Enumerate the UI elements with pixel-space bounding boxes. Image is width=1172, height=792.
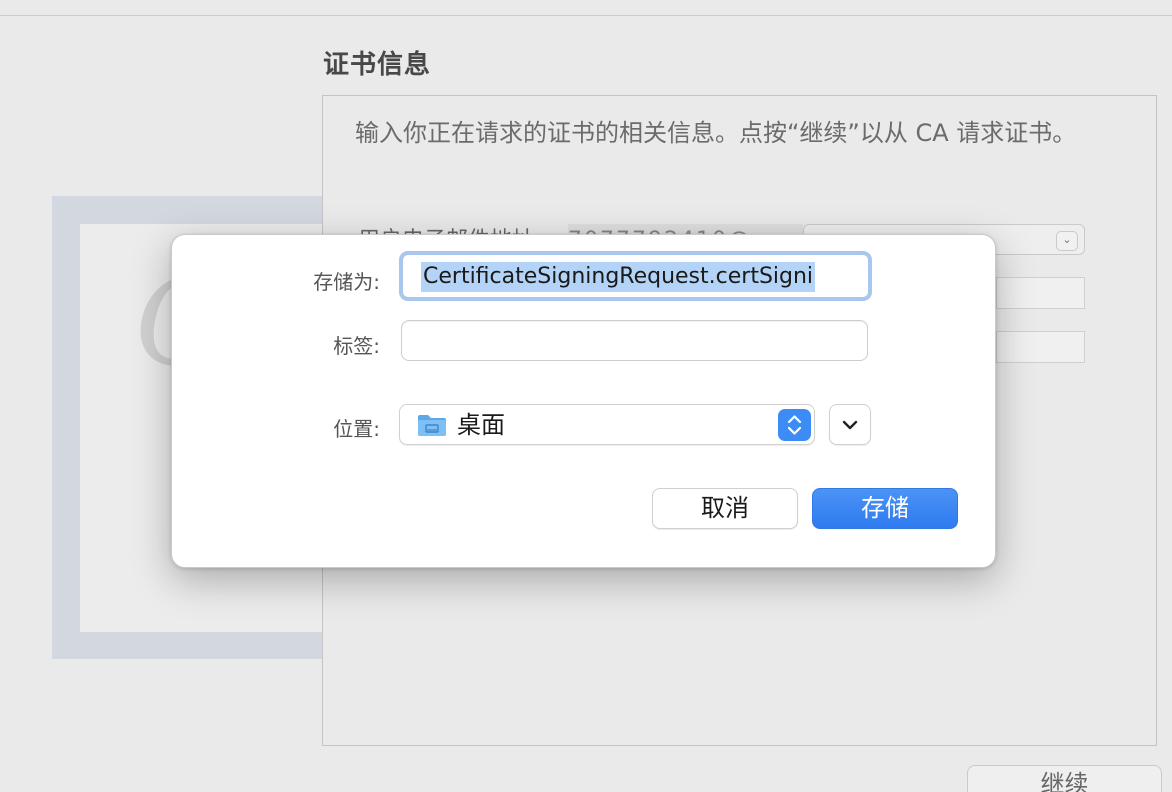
cancel-button[interactable]: 取消 bbox=[652, 488, 798, 529]
tags-input[interactable] bbox=[401, 320, 868, 361]
expand-button[interactable] bbox=[829, 404, 871, 445]
save-button[interactable]: 存储 bbox=[812, 488, 958, 529]
location-label: 位置: bbox=[333, 417, 380, 441]
location-value: 桌面 bbox=[457, 411, 505, 439]
updown-stepper-icon bbox=[778, 409, 811, 441]
location-select[interactable]: 桌面 bbox=[399, 404, 815, 445]
chevron-down-icon bbox=[842, 420, 858, 430]
folder-icon bbox=[418, 415, 446, 436]
save-as-label: 存储为: bbox=[313, 270, 380, 294]
tags-label: 标签: bbox=[333, 334, 380, 358]
save-sheet: 存储为: CertificateSigningRequest.certSigni… bbox=[171, 234, 996, 568]
filename-selected-text: CertificateSigningRequest.certSigni bbox=[421, 262, 816, 292]
filename-input[interactable]: CertificateSigningRequest.certSigni bbox=[399, 251, 872, 301]
